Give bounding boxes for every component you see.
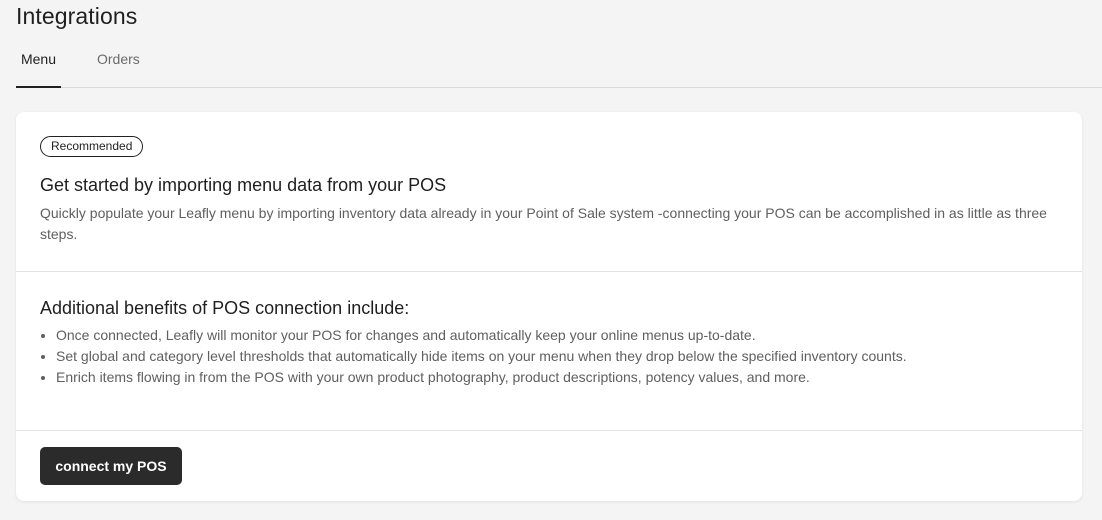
section-divider [16, 430, 1082, 431]
intro-section: Recommended Get started by importing men… [40, 136, 1058, 245]
recommended-badge: Recommended [40, 136, 144, 157]
pos-integration-card: Recommended Get started by importing men… [16, 112, 1082, 501]
benefit-item: Set global and category level thresholds… [56, 346, 1058, 367]
page-title: Integrations [16, 3, 138, 29]
benefits-list: Once connected, Leafly will monitor your… [40, 325, 1058, 388]
tab-orders[interactable]: Orders [97, 44, 140, 88]
benefit-item: Once connected, Leafly will monitor your… [56, 325, 1058, 346]
card-headline: Get started by importing menu data from … [40, 175, 447, 195]
tab-bar: Menu Orders [16, 44, 1102, 88]
benefits-section: Additional benefits of POS connection in… [40, 298, 1058, 388]
benefits-title: Additional benefits of POS connection in… [40, 298, 410, 318]
connect-pos-button[interactable]: connect my POS [40, 447, 182, 485]
card-description: Quickly populate your Leafly menu by imp… [40, 205, 1047, 242]
tab-menu[interactable]: Menu [16, 44, 61, 88]
section-divider [16, 271, 1082, 272]
benefit-item: Enrich items flowing in from the POS wit… [56, 367, 1058, 388]
